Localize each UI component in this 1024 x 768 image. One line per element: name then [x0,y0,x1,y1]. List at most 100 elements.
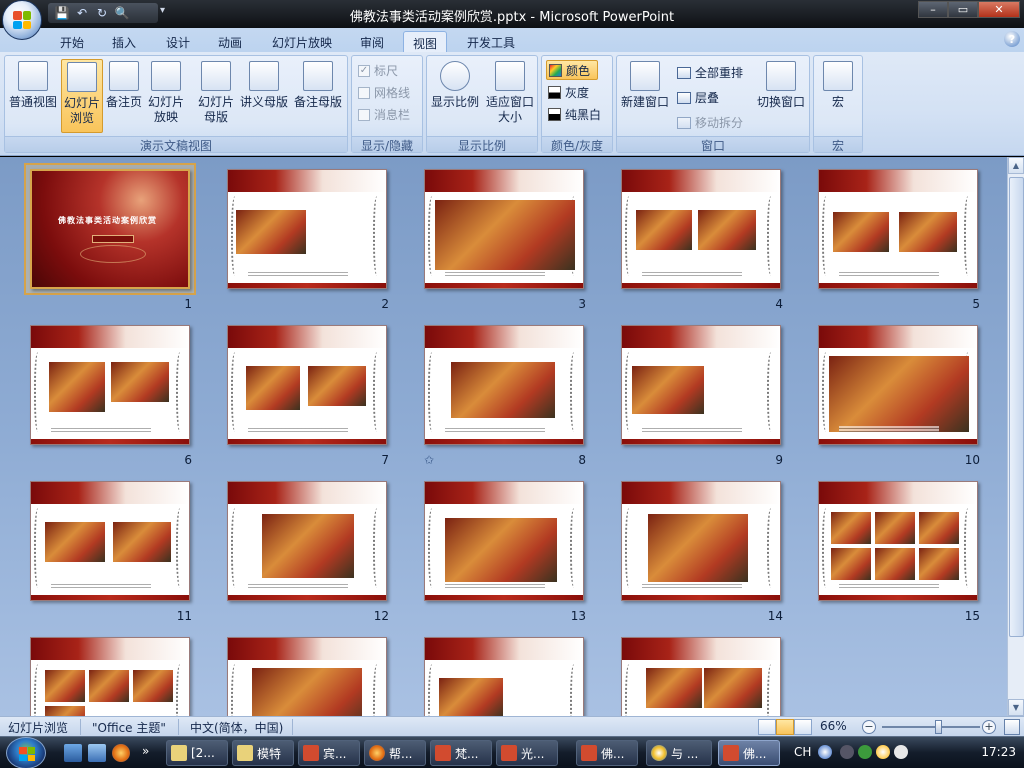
slide-thumbnail-9[interactable] [621,325,781,445]
normal-view-status-button[interactable] [758,719,776,735]
scroll-thumb[interactable] [1009,177,1024,637]
minimize-button[interactable]: – [918,1,948,18]
taskbar-item[interactable]: 光... [496,740,558,766]
slide-thumbnail-4[interactable] [621,169,781,289]
scroll-down-arrow[interactable]: ▼ [1008,699,1024,716]
slide-thumbnail-18[interactable] [424,637,584,716]
zoom-in-button[interactable]: + [982,720,996,734]
slide-thumbnail-1[interactable]: 佛教法事类活动案例欣赏 [30,169,190,289]
tab-slideshow[interactable]: 幻灯片放映 [264,31,340,52]
zoom-slider-track[interactable] [882,726,980,728]
move-split-button[interactable]: 移动拆分 [677,114,743,131]
slide-thumbnail-8[interactable] [424,325,584,445]
slide-text-block [839,426,939,434]
slide-master-button[interactable]: 幻灯片母版 [195,59,237,125]
fit-to-window-button[interactable]: 适应窗口大小 [483,59,537,125]
slide-thumbnail-2[interactable] [227,169,387,289]
tab-design[interactable]: 设计 [158,31,198,52]
network-icon[interactable] [858,745,872,759]
message-bar-checkbox[interactable]: 消息栏 [358,106,410,123]
notes-page-button[interactable]: 备注页 [105,59,143,110]
show-desktop-icon[interactable] [64,744,82,762]
fit-slide-button[interactable] [1004,719,1020,735]
input-language[interactable]: CH [794,745,811,759]
color-option[interactable]: 颜色 [546,60,598,80]
slideshow-status-button[interactable] [794,719,812,735]
volume-icon[interactable] [894,745,908,759]
close-button[interactable]: ✕ [978,1,1020,18]
new-window-button[interactable]: 新建窗口 [619,59,671,110]
grayscale-option[interactable]: 灰度 [548,84,589,101]
switch-windows-icon[interactable] [88,744,106,762]
tab-developer[interactable]: 开发工具 [460,31,522,52]
slide-thumbnail-6[interactable] [30,325,190,445]
zoom-out-button[interactable]: − [862,720,876,734]
zoom-level[interactable]: 66% [820,719,847,733]
switch-window-button[interactable]: 切换窗口 [753,59,809,110]
slide-sorter-button[interactable]: 幻灯片浏览 [61,59,103,133]
tab-review[interactable]: 审阅 [352,31,392,52]
slide-thumbnail-13[interactable] [424,481,584,601]
slide-thumbnail-15[interactable] [818,481,978,601]
office-button[interactable] [2,0,42,40]
slide-photo [833,212,889,252]
notes-master-button[interactable]: 备注母版 [291,59,345,110]
tab-view[interactable]: 视图 [403,31,447,52]
slide-thumbnail-12[interactable] [227,481,387,601]
taskbar-item[interactable]: 模特 [232,740,294,766]
ruler-checkbox[interactable]: ✓ 标尺 [358,62,398,79]
ribbon-tabs: 开始 插入 设计 动画 幻灯片放映 审阅 视图 开发工具 [0,28,1024,52]
slide-sorter-status-button[interactable] [776,719,794,735]
taskbar-item[interactable]: 与 ... [646,740,712,766]
slide-photo [262,514,354,578]
tab-home[interactable]: 开始 [52,31,92,52]
slide-thumbnail-14[interactable] [621,481,781,601]
cascade-icon [677,91,691,104]
zoom-slider-thumb[interactable] [935,720,942,734]
slide-text-block [51,426,151,434]
black-white-option[interactable]: 纯黑白 [548,106,601,123]
slide-sorter-pane[interactable]: 佛教法事类活动案例欣赏12345678910111213141516171819… [0,157,1024,716]
zoom-button[interactable]: 显示比例 [429,59,481,110]
macro-button[interactable]: 宏 [818,59,858,110]
new-window-icon [630,61,660,91]
slide-thumbnail-19[interactable] [621,637,781,716]
more-quicklaunch[interactable]: » [142,744,149,758]
taskbar-item-active[interactable]: 佛... [718,740,780,766]
cascade-button[interactable]: 层叠 [677,89,719,106]
transition-star-icon[interactable]: ✩ [424,453,434,467]
normal-view-button[interactable]: 普通视图 [7,59,59,110]
taskbar-item[interactable]: 梵... [430,740,492,766]
help-icon[interactable]: ? [1004,31,1020,47]
taskbar-item[interactable]: 帮... [364,740,426,766]
slide-thumbnail-7[interactable] [227,325,387,445]
security-icon[interactable] [876,745,890,759]
folder-icon [171,745,187,761]
arrange-all-button[interactable]: 全部重排 [677,64,743,81]
slide-thumbnail-11[interactable] [30,481,190,601]
slide-master-icon [201,61,231,91]
start-button[interactable] [6,737,46,768]
slide-thumbnail-17[interactable] [227,637,387,716]
slide-thumbnail-5[interactable] [818,169,978,289]
vertical-scrollbar[interactable]: ▲ ▼ [1007,157,1024,716]
slide-thumbnail-16[interactable] [30,637,190,716]
slide-thumbnail-10[interactable] [818,325,978,445]
handout-master-button[interactable]: 讲义母版 [239,59,289,110]
slide-thumbnail-3[interactable] [424,169,584,289]
slideshow-button[interactable]: 幻灯片放映 [145,59,187,125]
taskbar-item[interactable]: 宾... [298,740,360,766]
tab-insert[interactable]: 插入 [104,31,144,52]
taskbar-item[interactable]: 佛... [576,740,638,766]
taskbar-item[interactable]: [2... [166,740,228,766]
ime-icon[interactable] [840,745,854,759]
tab-animation[interactable]: 动画 [210,31,250,52]
firefox-icon[interactable] [112,744,130,762]
scroll-up-arrow[interactable]: ▲ [1008,157,1024,174]
gridlines-checkbox[interactable]: 网格线 [358,84,410,101]
slide-photo [439,678,503,716]
help-tray-icon[interactable] [818,745,832,759]
move-split-icon [677,116,691,129]
slide-photo [113,522,171,562]
maximize-button[interactable]: ▭ [948,1,978,18]
